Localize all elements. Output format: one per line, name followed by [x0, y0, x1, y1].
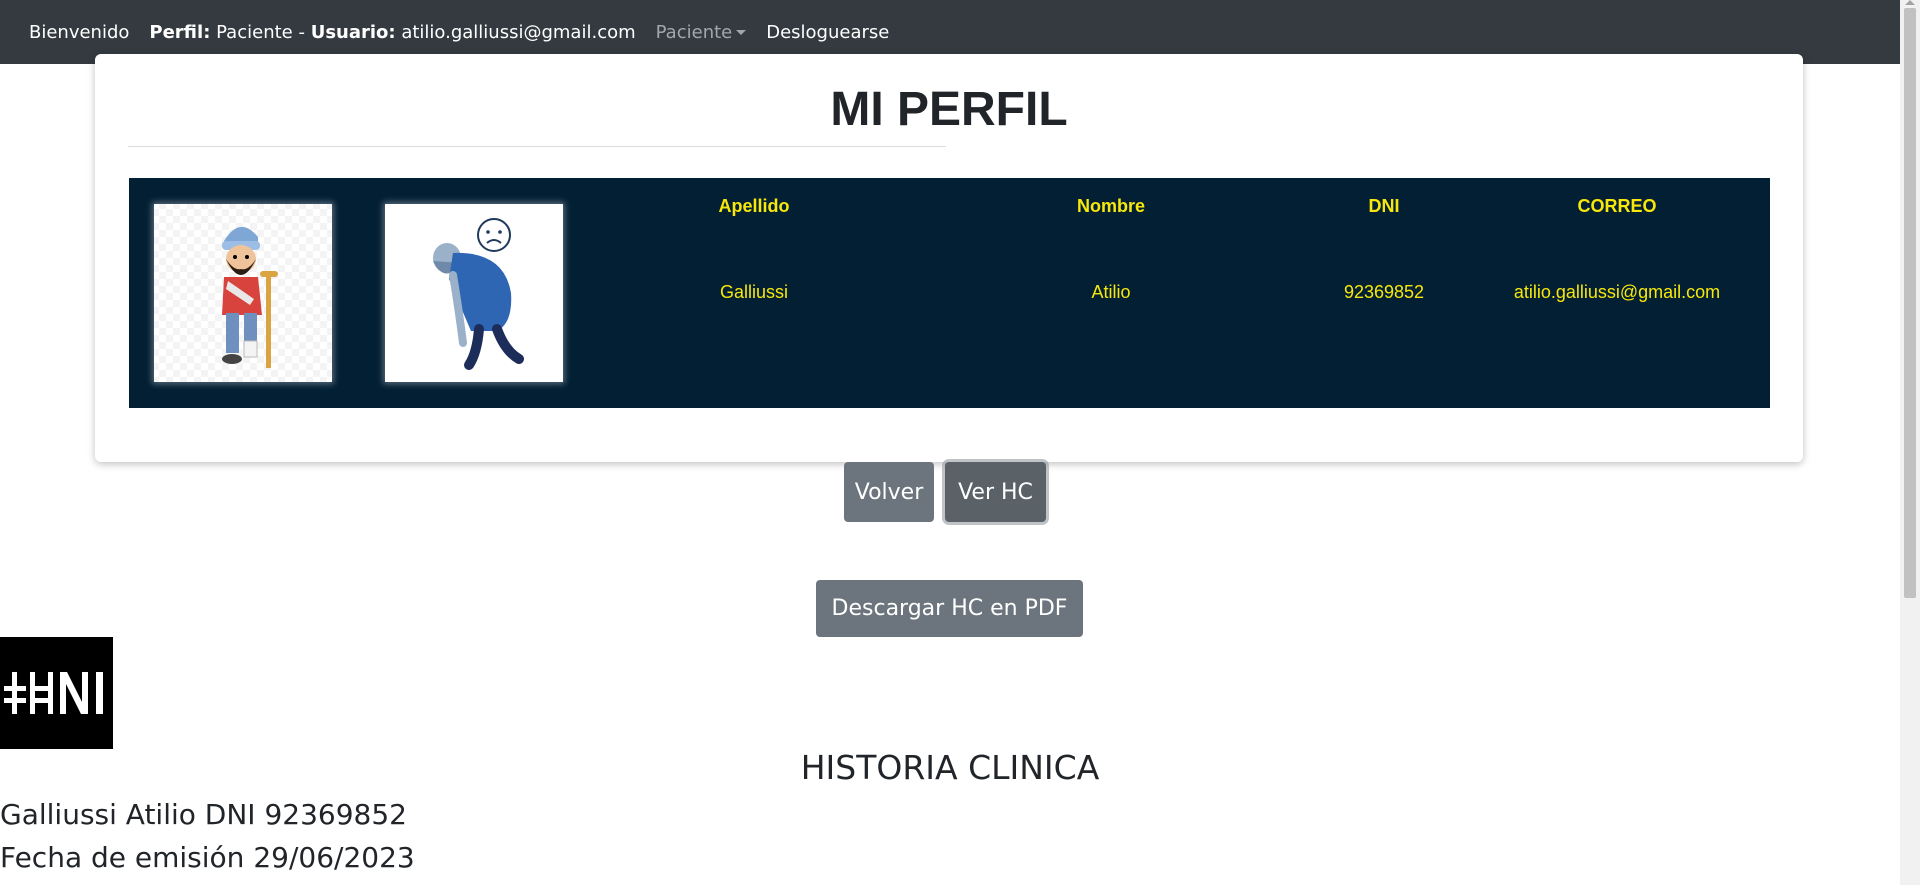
- value-dni: 92369852: [1343, 282, 1425, 302]
- value-apellido: Galliussi: [719, 282, 789, 302]
- header-apellido: Apellido: [718, 196, 790, 216]
- nav-paciente-dropdown[interactable]: Paciente: [656, 22, 747, 43]
- user-label: Usuario:: [310, 21, 396, 43]
- sad-patient-illustration-icon: [433, 218, 524, 370]
- patient-info-line: Galliussi Atilio DNI 92369852: [0, 798, 407, 831]
- page-scrollbar[interactable]: [1900, 0, 1920, 885]
- view-hc-button[interactable]: Ver HC: [945, 462, 1046, 522]
- nav-profile-info: Perfil: Paciente - Usuario: atilio.galli…: [149, 22, 635, 43]
- clinical-history-title: HISTORIA CLINICA: [800, 748, 1100, 787]
- back-button[interactable]: Volver: [844, 462, 934, 522]
- profile-table: Apellido Nombre DNI CORREO Galliussi Ati…: [129, 178, 1770, 408]
- nav-dropdown-label: Paciente: [655, 21, 733, 43]
- header-nombre: Nombre: [1076, 196, 1146, 216]
- download-pdf-button[interactable]: Descargar HC en PDF: [816, 580, 1083, 637]
- caret-down-icon: [736, 29, 747, 35]
- nav-logout-link[interactable]: Desloguearse: [766, 22, 889, 43]
- nav-welcome-link[interactable]: Bienvenido: [29, 22, 129, 43]
- user-value: atilio.galliussi@gmail.com: [401, 21, 636, 43]
- page-title: MI PERFIL: [830, 83, 1068, 136]
- hni-logo-icon: [3, 672, 103, 714]
- profile-value: Paciente: [216, 21, 293, 43]
- hni-logo: [0, 637, 113, 749]
- issue-date-line: Fecha de emisión 29/06/2023: [0, 841, 415, 874]
- profile-separator: -: [298, 21, 305, 43]
- patient-photo-1: [154, 204, 332, 382]
- value-correo: atilio.galliussi@gmail.com: [1513, 282, 1721, 302]
- scroll-up-arrow-icon[interactable]: [1905, 0, 1915, 5]
- header-correo: CORREO: [1577, 196, 1657, 216]
- profile-label: Perfil:: [149, 21, 211, 43]
- injured-patient-illustration-icon: [222, 226, 278, 368]
- value-nombre: Atilio: [1091, 282, 1131, 302]
- profile-card: MI PERFIL Apellido Nombre DNI CORREO Gal…: [95, 54, 1803, 462]
- title-divider: [128, 146, 946, 147]
- header-dni: DNI: [1368, 196, 1400, 216]
- patient-photo-2: [385, 204, 563, 382]
- scrollbar-thumb[interactable]: [1904, 8, 1916, 598]
